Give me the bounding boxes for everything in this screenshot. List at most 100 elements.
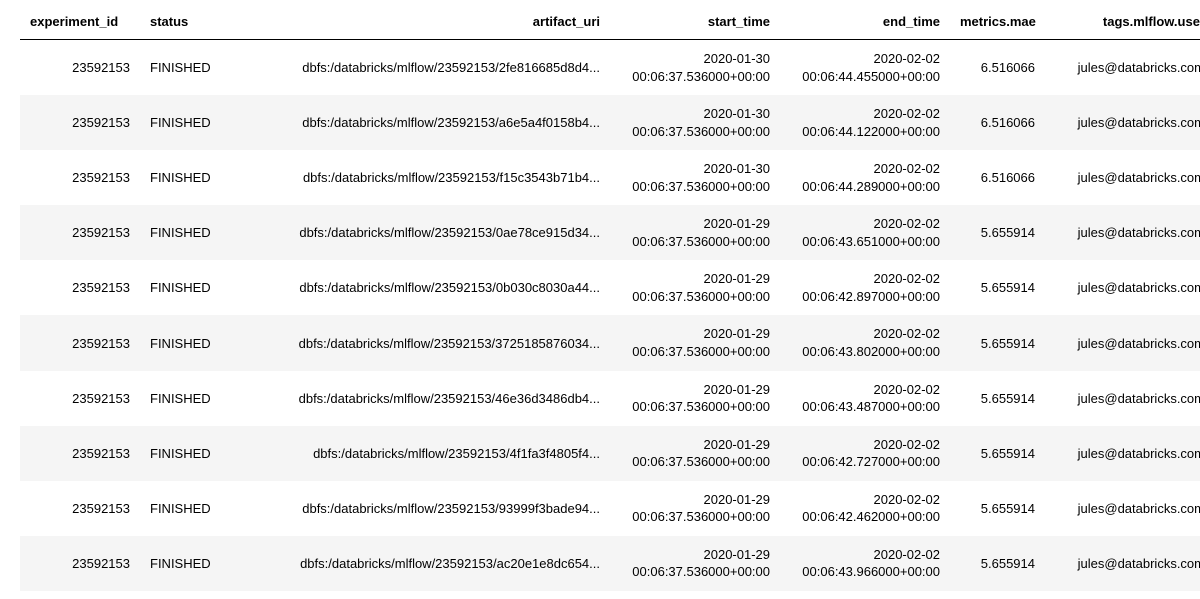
cell-start-time: 2020-01-2900:06:37.536000+00:00	[610, 260, 780, 315]
table-row: 23592153FINISHEDdbfs:/databricks/mlflow/…	[20, 95, 1200, 150]
cell-status: FINISHED	[140, 481, 230, 536]
cell-end-time: 2020-02-0200:06:42.727000+00:00	[780, 426, 950, 481]
cell-user: jules@databricks.com	[1045, 150, 1200, 205]
cell-user: jules@databricks.com	[1045, 426, 1200, 481]
cell-end-ts: 00:06:43.651000+00:00	[790, 233, 940, 251]
cell-status: FINISHED	[140, 536, 230, 591]
cell-start-date: 2020-01-30	[620, 50, 770, 68]
cell-start-time: 2020-01-2900:06:37.536000+00:00	[610, 205, 780, 260]
cell-experiment-id: 23592153	[20, 95, 140, 150]
cell-start-time: 2020-01-2900:06:37.536000+00:00	[610, 426, 780, 481]
cell-status: FINISHED	[140, 40, 230, 96]
cell-metrics-mae: 5.655914	[950, 315, 1045, 370]
cell-start-date: 2020-01-30	[620, 160, 770, 178]
cell-end-time: 2020-02-0200:06:44.122000+00:00	[780, 95, 950, 150]
cell-start-ts: 00:06:37.536000+00:00	[620, 288, 770, 306]
cell-metrics-mae: 6.516066	[950, 40, 1045, 96]
cell-status: FINISHED	[140, 371, 230, 426]
cell-start-time: 2020-01-3000:06:37.536000+00:00	[610, 150, 780, 205]
cell-artifact-uri: dbfs:/databricks/mlflow/23592153/f15c354…	[230, 150, 610, 205]
cell-user: jules@databricks.com	[1045, 371, 1200, 426]
col-header-status: status	[140, 8, 230, 40]
cell-start-date: 2020-01-29	[620, 270, 770, 288]
cell-metrics-mae: 5.655914	[950, 481, 1045, 536]
experiments-table: experiment_id status artifact_uri start_…	[20, 8, 1200, 591]
cell-end-date: 2020-02-02	[790, 381, 940, 399]
cell-start-ts: 00:06:37.536000+00:00	[620, 178, 770, 196]
table-body: 23592153FINISHEDdbfs:/databricks/mlflow/…	[20, 40, 1200, 591]
cell-end-ts: 00:06:42.727000+00:00	[790, 453, 940, 471]
cell-end-date: 2020-02-02	[790, 50, 940, 68]
cell-status: FINISHED	[140, 260, 230, 315]
cell-end-date: 2020-02-02	[790, 491, 940, 509]
cell-end-date: 2020-02-02	[790, 546, 940, 564]
cell-end-ts: 00:06:44.455000+00:00	[790, 68, 940, 86]
cell-user: jules@databricks.com	[1045, 205, 1200, 260]
cell-experiment-id: 23592153	[20, 205, 140, 260]
cell-start-ts: 00:06:37.536000+00:00	[620, 343, 770, 361]
cell-experiment-id: 23592153	[20, 371, 140, 426]
cell-status: FINISHED	[140, 95, 230, 150]
cell-start-ts: 00:06:37.536000+00:00	[620, 563, 770, 581]
cell-end-ts: 00:06:43.966000+00:00	[790, 563, 940, 581]
cell-start-ts: 00:06:37.536000+00:00	[620, 233, 770, 251]
cell-experiment-id: 23592153	[20, 426, 140, 481]
table-row: 23592153FINISHEDdbfs:/databricks/mlflow/…	[20, 40, 1200, 96]
cell-end-date: 2020-02-02	[790, 105, 940, 123]
cell-end-time: 2020-02-0200:06:42.462000+00:00	[780, 481, 950, 536]
cell-end-time: 2020-02-0200:06:44.289000+00:00	[780, 150, 950, 205]
cell-start-date: 2020-01-29	[620, 546, 770, 564]
cell-artifact-uri: dbfs:/databricks/mlflow/23592153/a6e5a4f…	[230, 95, 610, 150]
cell-end-time: 2020-02-0200:06:42.897000+00:00	[780, 260, 950, 315]
cell-start-time: 2020-01-2900:06:37.536000+00:00	[610, 536, 780, 591]
cell-end-time: 2020-02-0200:06:43.802000+00:00	[780, 315, 950, 370]
cell-metrics-mae: 5.655914	[950, 205, 1045, 260]
cell-artifact-uri: dbfs:/databricks/mlflow/23592153/0ae78ce…	[230, 205, 610, 260]
table-row: 23592153FINISHEDdbfs:/databricks/mlflow/…	[20, 426, 1200, 481]
cell-start-time: 2020-01-2900:06:37.536000+00:00	[610, 371, 780, 426]
cell-start-date: 2020-01-29	[620, 491, 770, 509]
cell-start-time: 2020-01-3000:06:37.536000+00:00	[610, 95, 780, 150]
cell-metrics-mae: 6.516066	[950, 150, 1045, 205]
cell-end-time: 2020-02-0200:06:43.651000+00:00	[780, 205, 950, 260]
cell-end-time: 2020-02-0200:06:43.487000+00:00	[780, 371, 950, 426]
cell-artifact-uri: dbfs:/databricks/mlflow/23592153/46e36d3…	[230, 371, 610, 426]
cell-user: jules@databricks.com	[1045, 40, 1200, 96]
cell-start-date: 2020-01-29	[620, 325, 770, 343]
cell-metrics-mae: 5.655914	[950, 426, 1045, 481]
cell-end-date: 2020-02-02	[790, 325, 940, 343]
cell-artifact-uri: dbfs:/databricks/mlflow/23592153/0b030c8…	[230, 260, 610, 315]
cell-experiment-id: 23592153	[20, 260, 140, 315]
cell-artifact-uri: dbfs:/databricks/mlflow/23592153/93999f3…	[230, 481, 610, 536]
col-header-tags-user: tags.mlflow.user	[1045, 8, 1200, 40]
col-header-end-time: end_time	[780, 8, 950, 40]
cell-start-time: 2020-01-2900:06:37.536000+00:00	[610, 481, 780, 536]
cell-start-ts: 00:06:37.536000+00:00	[620, 453, 770, 471]
cell-metrics-mae: 5.655914	[950, 536, 1045, 591]
cell-experiment-id: 23592153	[20, 481, 140, 536]
cell-user: jules@databricks.com	[1045, 260, 1200, 315]
cell-status: FINISHED	[140, 205, 230, 260]
cell-end-ts: 00:06:44.122000+00:00	[790, 123, 940, 141]
cell-end-date: 2020-02-02	[790, 160, 940, 178]
cell-end-time: 2020-02-0200:06:44.455000+00:00	[780, 40, 950, 96]
cell-start-ts: 00:06:37.536000+00:00	[620, 398, 770, 416]
table-row: 23592153FINISHEDdbfs:/databricks/mlflow/…	[20, 260, 1200, 315]
cell-metrics-mae: 5.655914	[950, 371, 1045, 426]
col-header-start-time: start_time	[610, 8, 780, 40]
cell-end-ts: 00:06:43.487000+00:00	[790, 398, 940, 416]
table-row: 23592153FINISHEDdbfs:/databricks/mlflow/…	[20, 315, 1200, 370]
cell-user: jules@databricks.com	[1045, 95, 1200, 150]
cell-artifact-uri: dbfs:/databricks/mlflow/23592153/2fe8166…	[230, 40, 610, 96]
cell-status: FINISHED	[140, 315, 230, 370]
cell-start-ts: 00:06:37.536000+00:00	[620, 123, 770, 141]
cell-end-date: 2020-02-02	[790, 215, 940, 233]
cell-status: FINISHED	[140, 150, 230, 205]
col-header-artifact-uri: artifact_uri	[230, 8, 610, 40]
cell-status: FINISHED	[140, 426, 230, 481]
table-row: 23592153FINISHEDdbfs:/databricks/mlflow/…	[20, 371, 1200, 426]
cell-artifact-uri: dbfs:/databricks/mlflow/23592153/3725185…	[230, 315, 610, 370]
cell-end-ts: 00:06:42.897000+00:00	[790, 288, 940, 306]
cell-user: jules@databricks.com	[1045, 536, 1200, 591]
cell-start-date: 2020-01-29	[620, 436, 770, 454]
